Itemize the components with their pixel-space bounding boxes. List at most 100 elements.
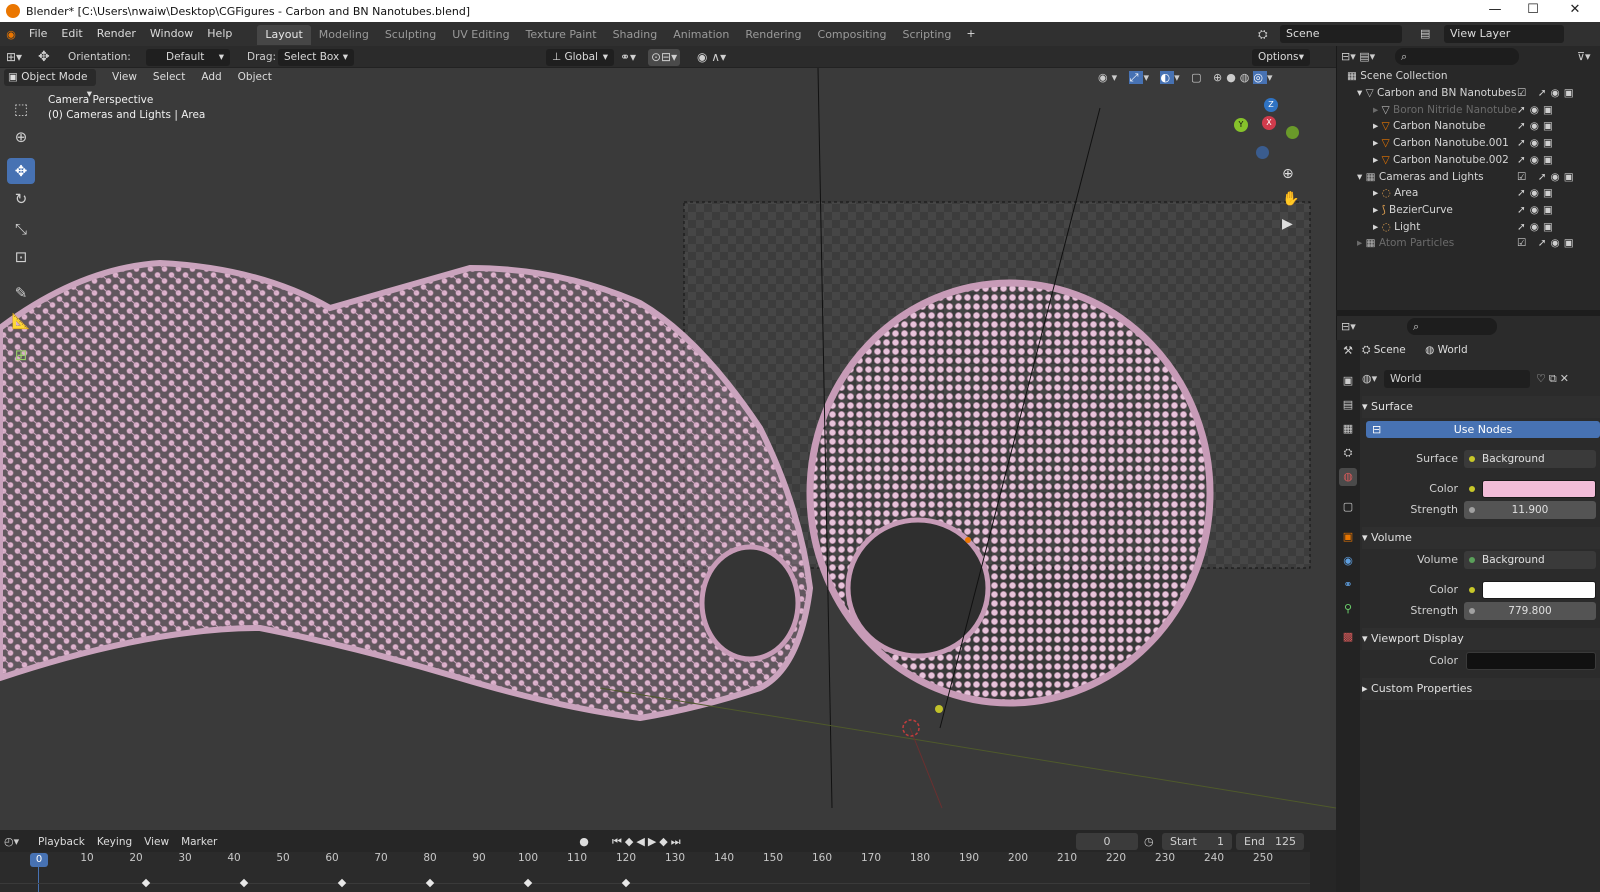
outliner-row[interactable]: ▾ ▽ Carbon and BN Nanotubes ☑ ➚◉▣ <box>1337 85 1600 102</box>
chevron-right-icon[interactable]: ▸ <box>1357 237 1366 249</box>
properties-editor-icon[interactable]: ⊟▾ <box>1341 318 1371 335</box>
maximize-button[interactable]: ☐ <box>1514 0 1552 22</box>
viewport-menu-add[interactable]: Add <box>193 69 229 86</box>
menu-window[interactable]: Window <box>143 22 200 46</box>
scene-tab-icon[interactable]: ⛭ <box>1339 444 1357 462</box>
move-icon[interactable]: ✥ <box>7 158 35 184</box>
navigation-gizmo[interactable]: Z Y X <box>1228 98 1304 168</box>
annotate-icon[interactable]: ✎ <box>7 280 35 306</box>
timeline-menu-view[interactable]: View <box>138 832 175 852</box>
physics-tab-icon[interactable]: ◉ <box>1339 552 1357 570</box>
output-tab-icon[interactable]: ▤ <box>1339 396 1357 414</box>
stopwatch-icon[interactable]: ◷ <box>1144 833 1158 850</box>
tab-scripting[interactable]: Scripting <box>894 25 959 45</box>
select-box-icon[interactable]: ⬚ <box>7 96 35 122</box>
volume-color-swatch[interactable] <box>1482 581 1596 599</box>
timeline-menu-playback[interactable]: Playback <box>32 832 91 852</box>
tool-tab-icon[interactable]: ⚒ <box>1339 342 1357 360</box>
world-name-field[interactable]: World <box>1384 370 1530 388</box>
render-tab-icon[interactable]: ▣ <box>1339 372 1357 390</box>
scene-icon[interactable]: ⛭ <box>1258 25 1278 43</box>
keyframe-marker[interactable] <box>621 878 631 888</box>
outliner-row[interactable]: ▸ ▦ Atom Particles ☑ ➚◉▣ <box>1337 235 1600 252</box>
world-tab-icon[interactable]: ◍ <box>1339 468 1357 486</box>
viewport-menu-object[interactable]: Object <box>230 69 280 86</box>
world-datablock-buttons[interactable]: ♡⧉✕ <box>1536 370 1596 388</box>
breadcrumb-world[interactable]: World <box>1438 344 1468 356</box>
timeline-menu-keying[interactable]: Keying <box>91 832 138 852</box>
gizmo-y-axis[interactable]: Y <box>1234 118 1248 132</box>
rotate-icon[interactable]: ↻ <box>7 186 35 212</box>
tab-uv-editing[interactable]: UV Editing <box>444 25 517 45</box>
menu-file[interactable]: File <box>22 22 54 46</box>
outliner-row[interactable]: ▸ ▽ Boron Nitride Nanotube ➚◉▣ <box>1337 102 1600 119</box>
keyframe-marker[interactable] <box>239 878 249 888</box>
close-button[interactable]: ✕ <box>1556 0 1594 22</box>
scene-collection-row[interactable]: ▦ Scene Collection <box>1337 68 1600 85</box>
visibility-toggles[interactable]: ☑ ➚◉▣ <box>1517 85 1578 102</box>
volume-section-header[interactable]: ▾ Volume <box>1362 527 1600 549</box>
chevron-right-icon[interactable]: ▸ <box>1373 204 1382 216</box>
viewport-menu-view[interactable]: View <box>104 69 145 86</box>
chevron-down-icon[interactable]: ▾ <box>1357 87 1366 99</box>
chevron-right-icon[interactable]: ▸ <box>1373 120 1382 132</box>
tab-compositing[interactable]: Compositing <box>810 25 895 45</box>
visibility-toggles[interactable]: ☑ ➚◉▣ <box>1517 169 1578 186</box>
snap-icon[interactable]: ⊙⊟▾ <box>648 49 681 66</box>
gizmo-x-axis[interactable]: X <box>1262 116 1276 130</box>
end-frame-field[interactable]: End 125 <box>1236 833 1304 850</box>
volume-strength-field[interactable]: 779.800 <box>1464 602 1596 620</box>
playback-controls[interactable]: ⏮◆◀▶◆⏭ <box>612 834 708 850</box>
scene-selector[interactable]: Scene <box>1280 25 1402 43</box>
overlay-toggle-icon[interactable]: ◐ <box>1160 71 1175 84</box>
camera-view-icon[interactable]: ▶ <box>1282 216 1293 232</box>
cursor-icon[interactable]: ⊕ <box>7 124 35 150</box>
world-browse-icon[interactable]: ◍▾ <box>1362 370 1382 388</box>
start-frame-field[interactable]: Start 1 <box>1162 833 1232 850</box>
use-nodes-button[interactable]: ⊟ Use Nodes <box>1366 421 1600 438</box>
gizmo-neg-z[interactable] <box>1256 146 1269 159</box>
menu-render[interactable]: Render <box>90 22 143 46</box>
visibility-toggles[interactable]: ➚◉▣ <box>1517 135 1557 152</box>
outliner-row[interactable]: ▸ ◌ Area ➚◉▣ <box>1337 185 1600 202</box>
tab-texture-paint[interactable]: Texture Paint <box>518 25 605 45</box>
editor-type-icon[interactable]: ⊞▾ <box>6 49 22 66</box>
minimize-button[interactable]: — <box>1476 0 1514 22</box>
frame-ruler[interactable]: 0 10 20 30 40 50 60 70 80 90 100 110 120 130 140 150 16… <box>0 852 1310 892</box>
data-tab-icon[interactable]: ⚲ <box>1339 600 1357 618</box>
options-dropdown[interactable]: Options ▾ <box>1252 49 1310 66</box>
add-cube-icon[interactable]: ⊞ <box>7 342 35 368</box>
surface-section-header[interactable]: ▾ Surface <box>1362 396 1600 418</box>
keyframe-marker[interactable] <box>141 878 151 888</box>
add-workspace-button[interactable]: + <box>959 22 982 46</box>
pan-hand-icon[interactable]: ✋ <box>1282 191 1299 207</box>
viewport-color-swatch[interactable] <box>1466 652 1596 670</box>
tab-sculpting[interactable]: Sculpting <box>377 25 444 45</box>
visibility-toggles[interactable]: ➚◉▣ <box>1517 185 1557 202</box>
menu-help[interactable]: Help <box>200 22 239 46</box>
view-layer-icon[interactable]: ▤ <box>1420 25 1440 43</box>
outliner-row[interactable]: ▾ ▦ Cameras and Lights ☑ ➚◉▣ <box>1337 169 1600 186</box>
surface-strength-field[interactable]: 11.900 <box>1464 501 1596 519</box>
chevron-right-icon[interactable]: ▸ <box>1373 137 1382 149</box>
pivot-icon[interactable]: ⚭▾ <box>620 49 636 66</box>
gizmo-neg-y[interactable] <box>1286 126 1299 139</box>
tab-shading[interactable]: Shading <box>605 25 666 45</box>
outliner-row[interactable]: ▸ ◌ Light ➚◉▣ <box>1337 219 1600 236</box>
surface-color-swatch[interactable] <box>1482 480 1596 498</box>
properties-search[interactable]: ⌕ <box>1407 318 1497 335</box>
outliner-row[interactable]: ▸ ▽ Carbon Nanotube.001 ➚◉▣ <box>1337 135 1600 152</box>
breadcrumb-scene[interactable]: Scene <box>1374 344 1406 356</box>
keyframe-marker[interactable] <box>425 878 435 888</box>
drag-dropdown[interactable]: Select Box ▾ <box>278 49 354 66</box>
current-frame-field[interactable]: 0 <box>1076 833 1138 850</box>
tab-rendering[interactable]: Rendering <box>737 25 809 45</box>
chevron-down-icon[interactable]: ▾ <box>1357 171 1366 183</box>
viewport-display-section-header[interactable]: ▾ Viewport Display <box>1362 628 1600 650</box>
menu-edit[interactable]: Edit <box>54 22 89 46</box>
transform-icon[interactable]: ⊡ <box>7 244 35 270</box>
outliner-search[interactable]: ⌕ <box>1395 48 1519 65</box>
surface-shader-field[interactable]: Background <box>1464 450 1596 468</box>
clock-icon[interactable]: ◴▾ <box>4 832 32 852</box>
playhead[interactable]: 0 <box>30 853 48 867</box>
